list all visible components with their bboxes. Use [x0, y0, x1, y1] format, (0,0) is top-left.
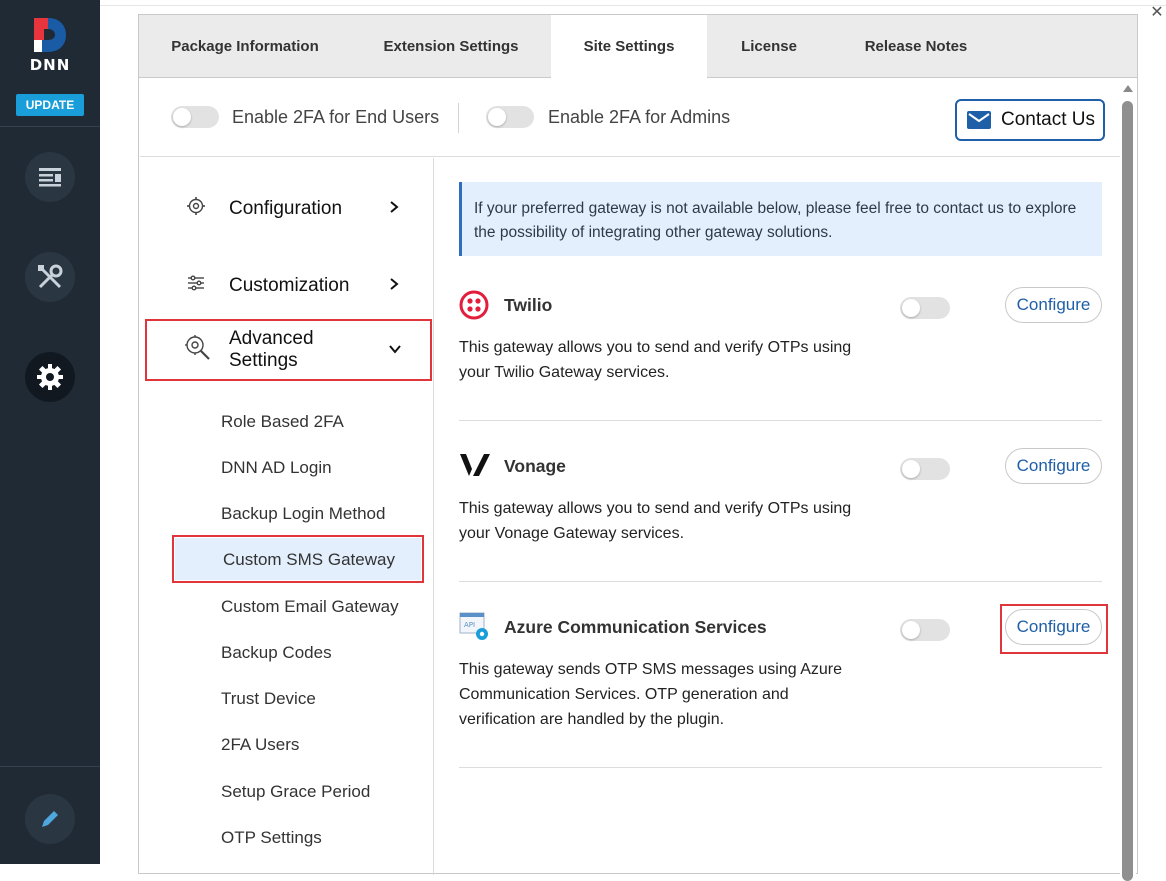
- gateway-divider: [459, 581, 1102, 582]
- mail-icon: [967, 111, 991, 129]
- tools-icon[interactable]: [25, 252, 75, 302]
- gateway-vonage-title: Vonage: [504, 456, 566, 476]
- svg-text:API: API: [464, 621, 475, 629]
- submenu-trust-device[interactable]: Trust Device: [221, 689, 316, 709]
- gateway-azure-title: Azure Communication Services: [504, 617, 767, 637]
- scroll-thumb[interactable]: [1122, 101, 1133, 881]
- gateway-vonage-configure-button[interactable]: Configure: [1005, 448, 1102, 484]
- advanced-label-line2: Settings: [229, 350, 298, 371]
- gateway-azure-configure-button[interactable]: Configure: [1005, 609, 1102, 645]
- gateway-twilio-description: This gateway allows you to send and veri…: [459, 339, 852, 381]
- submenu-backup-codes[interactable]: Backup Codes: [221, 643, 332, 663]
- admins-2fa-toggle[interactable]: [486, 106, 534, 128]
- scroll-up-arrow-icon[interactable]: [1123, 85, 1133, 92]
- left-sidebar: DNN UPDATE: [0, 0, 100, 864]
- contact-us-button[interactable]: Contact Us: [955, 99, 1105, 141]
- submenu-backup-login-method[interactable]: Backup Login Method: [221, 504, 385, 524]
- settings-menu: Configuration Customization Advanced Set…: [140, 158, 434, 875]
- chevron-right-icon: [388, 198, 400, 220]
- gateway-twilio-configure-button[interactable]: Configure: [1005, 287, 1102, 323]
- tab-site-settings[interactable]: Site Settings: [551, 15, 707, 79]
- chevron-down-icon: [388, 339, 402, 361]
- gateway-divider: [459, 420, 1102, 421]
- toggle-separator: [458, 103, 459, 133]
- menu-configuration-label: Configuration: [229, 198, 343, 219]
- top-strip: [100, 0, 1166, 6]
- azure-api-icon: API: [459, 611, 491, 648]
- vertical-scrollbar[interactable]: [1120, 85, 1136, 881]
- gateway-azure-toggle[interactable]: [900, 619, 950, 641]
- tab-license[interactable]: License: [707, 15, 831, 78]
- submenu-custom-sms-gateway[interactable]: Custom SMS Gateway: [223, 550, 395, 570]
- toggle-bar: Enable 2FA for End Users Enable 2FA for …: [140, 79, 1122, 157]
- menu-advanced-settings[interactable]: Advanced Settings: [140, 325, 434, 375]
- tab-package-information[interactable]: Package Information: [139, 15, 351, 78]
- twilio-icon: [459, 290, 489, 325]
- sidebar-divider: [0, 126, 100, 127]
- info-notice: If your preferred gateway is not availab…: [459, 182, 1102, 256]
- search-gear-icon: [183, 333, 213, 367]
- logo-text: DNN: [29, 56, 71, 74]
- sliders-icon: [186, 273, 206, 299]
- gateway-divider: [459, 767, 1102, 768]
- contact-us-label: Contact Us: [1001, 109, 1095, 130]
- chevron-right-icon: [388, 275, 400, 297]
- tab-bar: Package Information Extension Settings S…: [139, 15, 1137, 79]
- tab-release-notes[interactable]: Release Notes: [831, 15, 1001, 78]
- menu-customization-label: Customization: [229, 275, 350, 296]
- advanced-label-line1: Advanced: [229, 328, 314, 349]
- menu-advanced-settings-label: Advanced Settings: [229, 328, 314, 372]
- edit-icon[interactable]: [25, 794, 75, 844]
- gateway-vonage-toggle[interactable]: [900, 458, 950, 480]
- gateway-twilio-title: Twilio: [504, 295, 553, 315]
- update-button[interactable]: UPDATE: [16, 94, 84, 116]
- gateway-twilio-toggle[interactable]: [900, 297, 950, 319]
- submenu-2fa-users[interactable]: 2FA Users: [221, 735, 299, 755]
- submenu-otp-settings[interactable]: OTP Settings: [221, 828, 322, 848]
- menu-configuration[interactable]: Configuration: [140, 194, 434, 224]
- dnn-logo-icon[interactable]: [30, 16, 70, 56]
- gateway-twilio: Twilio Configure This gateway allows you…: [459, 287, 1102, 397]
- settings-icon[interactable]: [25, 352, 75, 402]
- gateway-azure: API Azure Communication Services Configu…: [459, 604, 1108, 739]
- gear-outline-icon: [186, 196, 206, 222]
- end-users-2fa-toggle[interactable]: [171, 106, 219, 128]
- sidebar-divider: [0, 766, 100, 767]
- submenu-custom-email-gateway[interactable]: Custom Email Gateway: [221, 597, 399, 617]
- submenu-dnn-ad-login[interactable]: DNN AD Login: [221, 458, 332, 478]
- gateway-vonage-description: This gateway allows you to send and veri…: [459, 500, 852, 542]
- vonage-icon: [459, 451, 491, 484]
- close-icon[interactable]: ✕: [1150, 5, 1164, 21]
- admins-2fa-label: Enable 2FA for Admins: [548, 107, 731, 127]
- content-icon[interactable]: [25, 152, 75, 202]
- main-panel: Package Information Extension Settings S…: [138, 14, 1138, 881]
- end-users-2fa-label: Enable 2FA for End Users: [232, 107, 440, 127]
- tab-extension-settings[interactable]: Extension Settings: [351, 15, 551, 78]
- submenu-role-based-2fa[interactable]: Role Based 2FA: [221, 412, 344, 432]
- submenu-setup-grace-period[interactable]: Setup Grace Period: [221, 782, 370, 802]
- gateway-azure-description: This gateway sends OTP SMS messages usin…: [459, 661, 842, 728]
- gateway-vonage: Vonage Configure This gateway allows you…: [459, 448, 1102, 558]
- menu-customization[interactable]: Customization: [140, 271, 434, 301]
